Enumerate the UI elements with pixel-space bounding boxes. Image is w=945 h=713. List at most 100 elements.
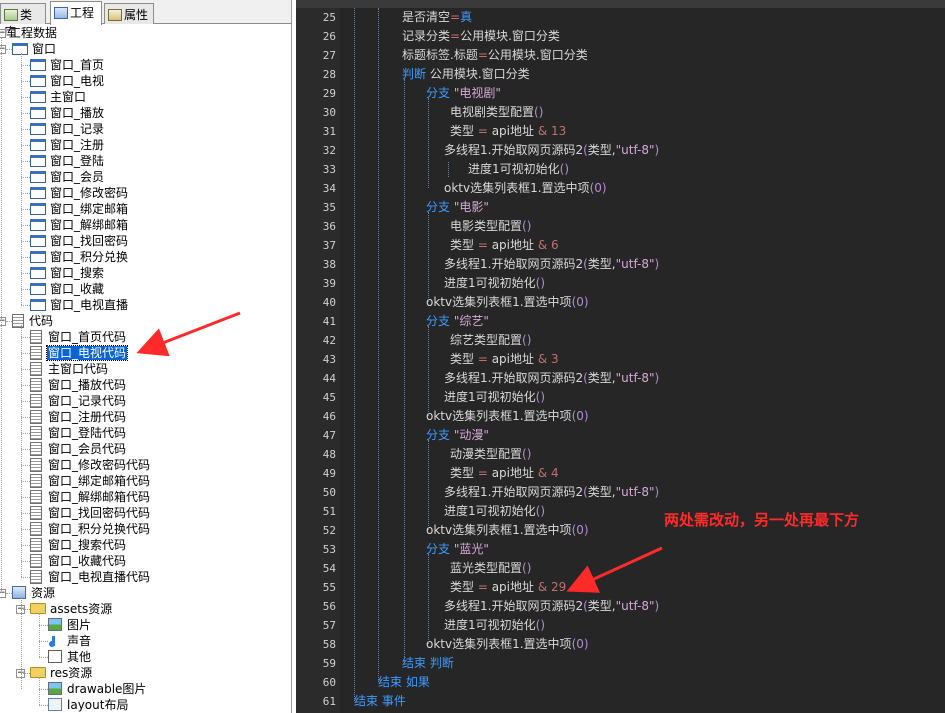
tree-item-window[interactable]: 窗口_解绑邮箱 xyxy=(30,217,129,233)
tree-item-window[interactable]: 窗口_注册 xyxy=(30,137,105,153)
tree-item-window[interactable]: 窗口_电视 xyxy=(30,73,105,89)
code-line[interactable]: 判断 公用模块.窗口分类 xyxy=(402,65,530,84)
indent-guide xyxy=(404,79,405,663)
tree-item-code[interactable]: 窗口_修改密码代码 xyxy=(28,457,151,473)
tree-item-code-label: 窗口_积分兑换代码 xyxy=(48,522,151,536)
code-line[interactable]: 分支 "综艺" xyxy=(426,312,489,331)
tree-item-asset[interactable]: 图片 xyxy=(48,617,92,633)
tree-item-code[interactable]: 窗口_找回密码代码 xyxy=(28,505,151,521)
tree-connector xyxy=(21,113,30,114)
tree-group-resources[interactable]: 资源 xyxy=(12,585,56,601)
code-line[interactable]: 蓝光类型配置() xyxy=(450,559,531,578)
code-line[interactable]: 标题标签.标题=公用模块.窗口分类 xyxy=(402,46,588,65)
tree-item-code[interactable]: 窗口_记录代码 xyxy=(28,393,127,409)
tree-item-code[interactable]: 主窗口代码 xyxy=(28,361,109,377)
code-editor[interactable]: 25 是否清空=真 26 记录分类=公用模块.窗口分类 27 标题标签.标题=公用模块.窗… xyxy=(296,0,945,713)
tree-item-window[interactable]: 窗口_首页 xyxy=(30,57,105,73)
code-line[interactable]: oktv选集列表框1.置选中项(0) xyxy=(426,635,589,654)
tree-item-asset[interactable]: 声音 xyxy=(48,633,92,649)
code-token: 蓝光类型配置 xyxy=(450,561,523,575)
code-line[interactable]: 分支 "动漫" xyxy=(426,426,489,445)
tree-item-asset[interactable]: 其他 xyxy=(48,649,92,665)
code-line[interactable]: oktv选集列表框1.置选中项(0) xyxy=(426,293,589,312)
code-line[interactable]: oktv选集列表框1.置选中项(0) xyxy=(426,407,589,426)
code-token: "动漫" xyxy=(453,428,489,442)
tree-item-window[interactable]: 窗口_登陆 xyxy=(30,153,105,169)
tree-connector xyxy=(21,193,30,194)
tree-item-window[interactable]: 窗口_收藏 xyxy=(30,281,105,297)
tree-item-res[interactable]: layout布局 xyxy=(48,697,129,713)
tree-item-code[interactable]: 窗口_首页代码 xyxy=(28,329,127,345)
tree-item-window[interactable]: 窗口_找回密码 xyxy=(30,233,129,249)
code-line[interactable]: 结束 如果 xyxy=(378,673,430,692)
tree-item-code[interactable]: 窗口_登陆代码 xyxy=(28,425,127,441)
code-line[interactable]: 类型 = api地址 & 4 xyxy=(450,464,559,483)
code-line[interactable]: 分支 "电视剧" xyxy=(426,84,501,103)
code-line[interactable]: 进度1可视初始化() xyxy=(444,274,545,293)
tab-properties[interactable]: 属性 xyxy=(104,3,154,24)
tree-item-window[interactable]: 窗口_记录 xyxy=(30,121,105,137)
code-line[interactable]: 是否清空=真 xyxy=(402,8,472,27)
code-line[interactable]: 多线程1.开始取网页源码2(类型,"utf-8") xyxy=(444,483,659,502)
code-line[interactable]: 类型 = api地址 & 13 xyxy=(450,122,566,141)
code-line[interactable]: 多线程1.开始取网页源码2(类型,"utf-8") xyxy=(444,597,659,616)
code-token: 多线程1.开始取网页源码2 xyxy=(444,599,584,613)
tree-item-code[interactable]: 窗口_积分兑换代码 xyxy=(28,521,151,537)
tree-item-window[interactable]: 主窗口 xyxy=(30,89,87,105)
code-token: 分支 xyxy=(426,314,454,328)
code-line[interactable]: 多线程1.开始取网页源码2(类型,"utf-8") xyxy=(444,141,659,160)
tree-item-code[interactable]: 窗口_播放代码 xyxy=(28,377,127,393)
code-line[interactable]: 结束 判断 xyxy=(402,654,454,673)
code-line[interactable]: 分支 "蓝光" xyxy=(426,540,489,559)
tree-item-window[interactable]: 窗口_电视直播 xyxy=(30,297,129,313)
tree-item-res-label: layout布局 xyxy=(67,698,129,712)
code-line[interactable]: 结束 事件 xyxy=(354,692,406,711)
tree-item-code[interactable]: 窗口_搜索代码 xyxy=(28,537,127,553)
code-line[interactable]: 多线程1.开始取网页源码2(类型,"utf-8") xyxy=(444,369,659,388)
tree-item-window[interactable]: 窗口_搜索 xyxy=(30,265,105,281)
code-token: 记录分类 xyxy=(402,29,451,43)
tree-item-code[interactable]: 窗口_注册代码 xyxy=(28,409,127,425)
code-line[interactable]: 多线程1.开始取网页源码2(类型,"utf-8") xyxy=(444,255,659,274)
code-line[interactable]: 进度1可视初始化() xyxy=(444,388,545,407)
question-file-icon xyxy=(48,650,62,663)
tab-project[interactable]: 工程 xyxy=(50,1,102,25)
tree-item-code[interactable]: 窗口_电视直播代码 xyxy=(28,569,151,585)
code-line[interactable]: 类型 = api地址 & 29 xyxy=(450,578,566,597)
code-line[interactable]: 电影类型配置() xyxy=(450,217,531,236)
code-token: 公用模块.窗口分类 xyxy=(487,48,588,62)
tab-library[interactable]: 类库 xyxy=(0,3,46,39)
code-line[interactable]: 综艺类型配置() xyxy=(450,331,531,350)
code-line[interactable]: 动漫类型配置() xyxy=(450,445,531,464)
tree-item-res[interactable]: drawable图片 xyxy=(48,681,147,697)
code-token: oktv选集列表框1.置选中项 xyxy=(426,637,572,651)
tree-folder-assets[interactable]: assets资源 xyxy=(30,601,113,617)
tree-item-window[interactable]: 窗口_绑定邮箱 xyxy=(30,201,129,217)
tree-group-windows[interactable]: 窗口 xyxy=(12,41,57,57)
code-line[interactable]: 电视剧类型配置() xyxy=(450,103,543,122)
code-line[interactable]: 进度1可视初始化() xyxy=(444,502,545,521)
tree-folder-assets-label: assets资源 xyxy=(50,602,113,616)
tree-item-window[interactable]: 窗口_积分兑换 xyxy=(30,249,129,265)
code-line[interactable]: 进度1可视初始化() xyxy=(444,616,545,635)
tree-item-code[interactable]: 窗口_绑定邮箱代码 xyxy=(28,473,151,489)
resources-icon xyxy=(12,586,26,599)
tree-group-code[interactable]: 代码 xyxy=(12,313,54,329)
tree-item-window[interactable]: 窗口_播放 xyxy=(30,105,105,121)
code-line[interactable]: oktv选集列表框1.置选中项(0) xyxy=(444,179,607,198)
code-line[interactable]: 记录分类=公用模块.窗口分类 xyxy=(402,27,560,46)
tree-item-code[interactable]: 窗口_会员代码 xyxy=(28,441,127,457)
tree-connector xyxy=(21,225,30,226)
tree-item-window[interactable]: 窗口_修改密码 xyxy=(30,185,129,201)
tree-root[interactable]: 工程数据 xyxy=(4,25,58,41)
code-line[interactable]: 分支 "电影" xyxy=(426,198,489,217)
code-line[interactable]: 进度1可视初始化() xyxy=(468,160,569,179)
code-line[interactable]: oktv选集列表框1.置选中项(0) xyxy=(426,521,589,540)
code-line[interactable]: 类型 = api地址 & 6 xyxy=(450,236,559,255)
tree-item-code[interactable]: 窗口_解绑邮箱代码 xyxy=(28,489,151,505)
tree-item-code[interactable]: 窗口_电视代码 xyxy=(28,345,129,361)
tree-item-code[interactable]: 窗口_收藏代码 xyxy=(28,553,127,569)
code-line[interactable]: 类型 = api地址 & 3 xyxy=(450,350,559,369)
tree-item-window[interactable]: 窗口_会员 xyxy=(30,169,105,185)
line-number: 42 xyxy=(322,334,336,347)
